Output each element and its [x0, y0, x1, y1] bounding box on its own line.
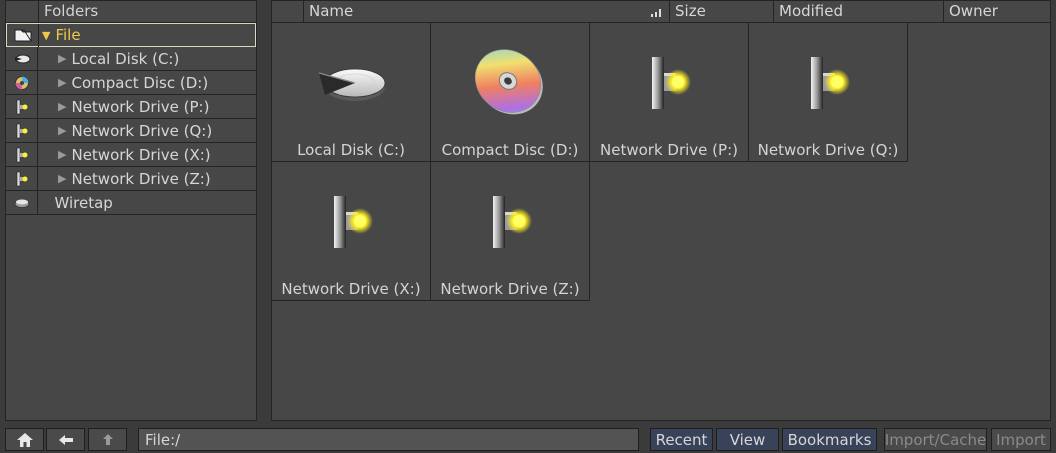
tile-label: Network Drive (Z:) — [440, 280, 580, 298]
tree-item-label: Network Drive (Q:) — [71, 121, 213, 140]
bottom-toolbar: Recent View Bookmarks Import/Cache Impor… — [0, 428, 1056, 453]
tree-item-wiretap[interactable]: ▶Wiretap — [6, 191, 256, 215]
tile-compact-disc[interactable]: Compact Disc (D:) — [431, 23, 590, 162]
file-browser-panel: Name Size Modified Owner Local Disk (C:) — [271, 0, 1051, 421]
view-button[interactable]: View — [716, 428, 779, 451]
arrow-up-icon — [102, 434, 113, 445]
column-header-name[interactable]: Name — [304, 1, 670, 22]
folders-header-corner — [6, 1, 39, 22]
column-header-size[interactable]: Size — [670, 1, 774, 22]
tree-item-file[interactable]: ▼ File — [6, 23, 256, 47]
tree-item-label: Local Disk (C:) — [71, 49, 180, 68]
tile-label: Compact Disc (D:) — [441, 141, 579, 159]
arrow-left-icon — [58, 434, 73, 445]
tree-item-label: Network Drive (P:) — [71, 97, 210, 116]
column-header-corner — [272, 1, 304, 22]
wiretap-icon — [6, 191, 38, 214]
home-button[interactable] — [5, 428, 44, 451]
column-header-modified[interactable]: Modified — [774, 1, 944, 22]
import-button[interactable]: Import — [991, 428, 1051, 451]
recent-button[interactable]: Recent — [650, 428, 713, 451]
expand-arrow-icon[interactable]: ▶ — [58, 52, 66, 65]
expand-arrow-icon[interactable]: ▶ — [58, 148, 66, 161]
column-header-label: Size — [675, 2, 706, 20]
tile-label: Network Drive (P:) — [600, 141, 738, 159]
network-drive-icon — [6, 119, 38, 142]
tree-item-label: File — [55, 26, 81, 44]
recent-label: Recent — [655, 430, 708, 449]
network-drive-icon — [493, 196, 532, 248]
bookmarks-label: Bookmarks — [787, 430, 872, 449]
view-label: View — [729, 430, 766, 449]
import-label: Import — [996, 430, 1046, 449]
column-header-label: Owner — [949, 2, 998, 20]
expand-arrow-icon[interactable]: ▶ — [58, 76, 66, 89]
folders-panel: Folders ▼ File ▶ Local Disk (C:) ▶ Compact … — [5, 0, 257, 421]
network-drive-icon — [652, 57, 691, 109]
network-drive-icon — [6, 95, 38, 118]
tree-item-label: Network Drive (Z:) — [71, 169, 211, 188]
expand-arrow-icon[interactable]: ▶ — [58, 172, 66, 185]
expand-arrow-icon[interactable]: ▶ — [58, 100, 66, 113]
compact-disc-icon — [6, 71, 38, 94]
home-icon — [16, 432, 33, 447]
bookmarks-button[interactable]: Bookmarks — [782, 428, 877, 451]
tree-item-network-drive-x[interactable]: ▶ Network Drive (X:) — [6, 143, 256, 167]
path-input[interactable] — [138, 428, 639, 451]
column-header-owner[interactable]: Owner — [944, 1, 1050, 22]
sort-indicator-icon — [651, 9, 661, 17]
tile-label: Network Drive (X:) — [281, 280, 421, 298]
network-drive-icon — [6, 143, 38, 166]
tree-item-label: Compact Disc (D:) — [71, 73, 209, 92]
column-header-row: Name Size Modified Owner — [272, 1, 1050, 23]
tree-item-network-drive-z[interactable]: ▶ Network Drive (Z:) — [6, 167, 256, 191]
tree-item-label: Wiretap — [54, 193, 113, 212]
tree-item-network-drive-p[interactable]: ▶ Network Drive (P:) — [6, 95, 256, 119]
import-cache-button[interactable]: Import/Cache — [884, 428, 987, 451]
tile-label: Local Disk (C:) — [297, 141, 405, 159]
expand-arrow-icon[interactable]: ▼ — [42, 29, 50, 42]
column-header-label: Name — [309, 2, 354, 20]
expand-arrow-icon[interactable]: ▶ — [58, 124, 66, 137]
panel-splitter[interactable] — [262, 0, 267, 421]
tile-local-disk[interactable]: Local Disk (C:) — [272, 23, 431, 162]
network-drive-icon — [334, 196, 373, 248]
column-header-label: Modified — [779, 2, 844, 20]
tile-label: Network Drive (Q:) — [757, 141, 899, 159]
network-drive-icon — [811, 57, 850, 109]
tree-item-network-drive-q[interactable]: ▶ Network Drive (Q:) — [6, 119, 256, 143]
tree-item-label: Network Drive (X:) — [71, 145, 211, 164]
tree-item-local-disk[interactable]: ▶ Local Disk (C:) — [6, 47, 256, 71]
parent-folder-button[interactable] — [88, 428, 127, 451]
folders-header: Folders — [6, 1, 256, 23]
back-button[interactable] — [46, 428, 85, 451]
tile-network-drive-z[interactable]: Network Drive (Z:) — [431, 162, 590, 301]
tile-network-drive-p[interactable]: Network Drive (P:) — [590, 23, 749, 162]
folder-icon — [7, 23, 39, 47]
hard-disk-icon — [6, 47, 38, 70]
hard-disk-icon — [318, 68, 386, 101]
compact-disc-icon — [474, 49, 543, 115]
tile-network-drive-x[interactable]: Network Drive (X:) — [272, 162, 431, 301]
tile-network-drive-q[interactable]: Network Drive (Q:) — [749, 23, 908, 162]
folders-title: Folders — [44, 2, 99, 20]
network-drive-icon — [6, 167, 38, 190]
tree-item-compact-disc[interactable]: ▶ Compact Disc (D:) — [6, 71, 256, 95]
import-cache-label: Import/Cache — [884, 430, 987, 449]
